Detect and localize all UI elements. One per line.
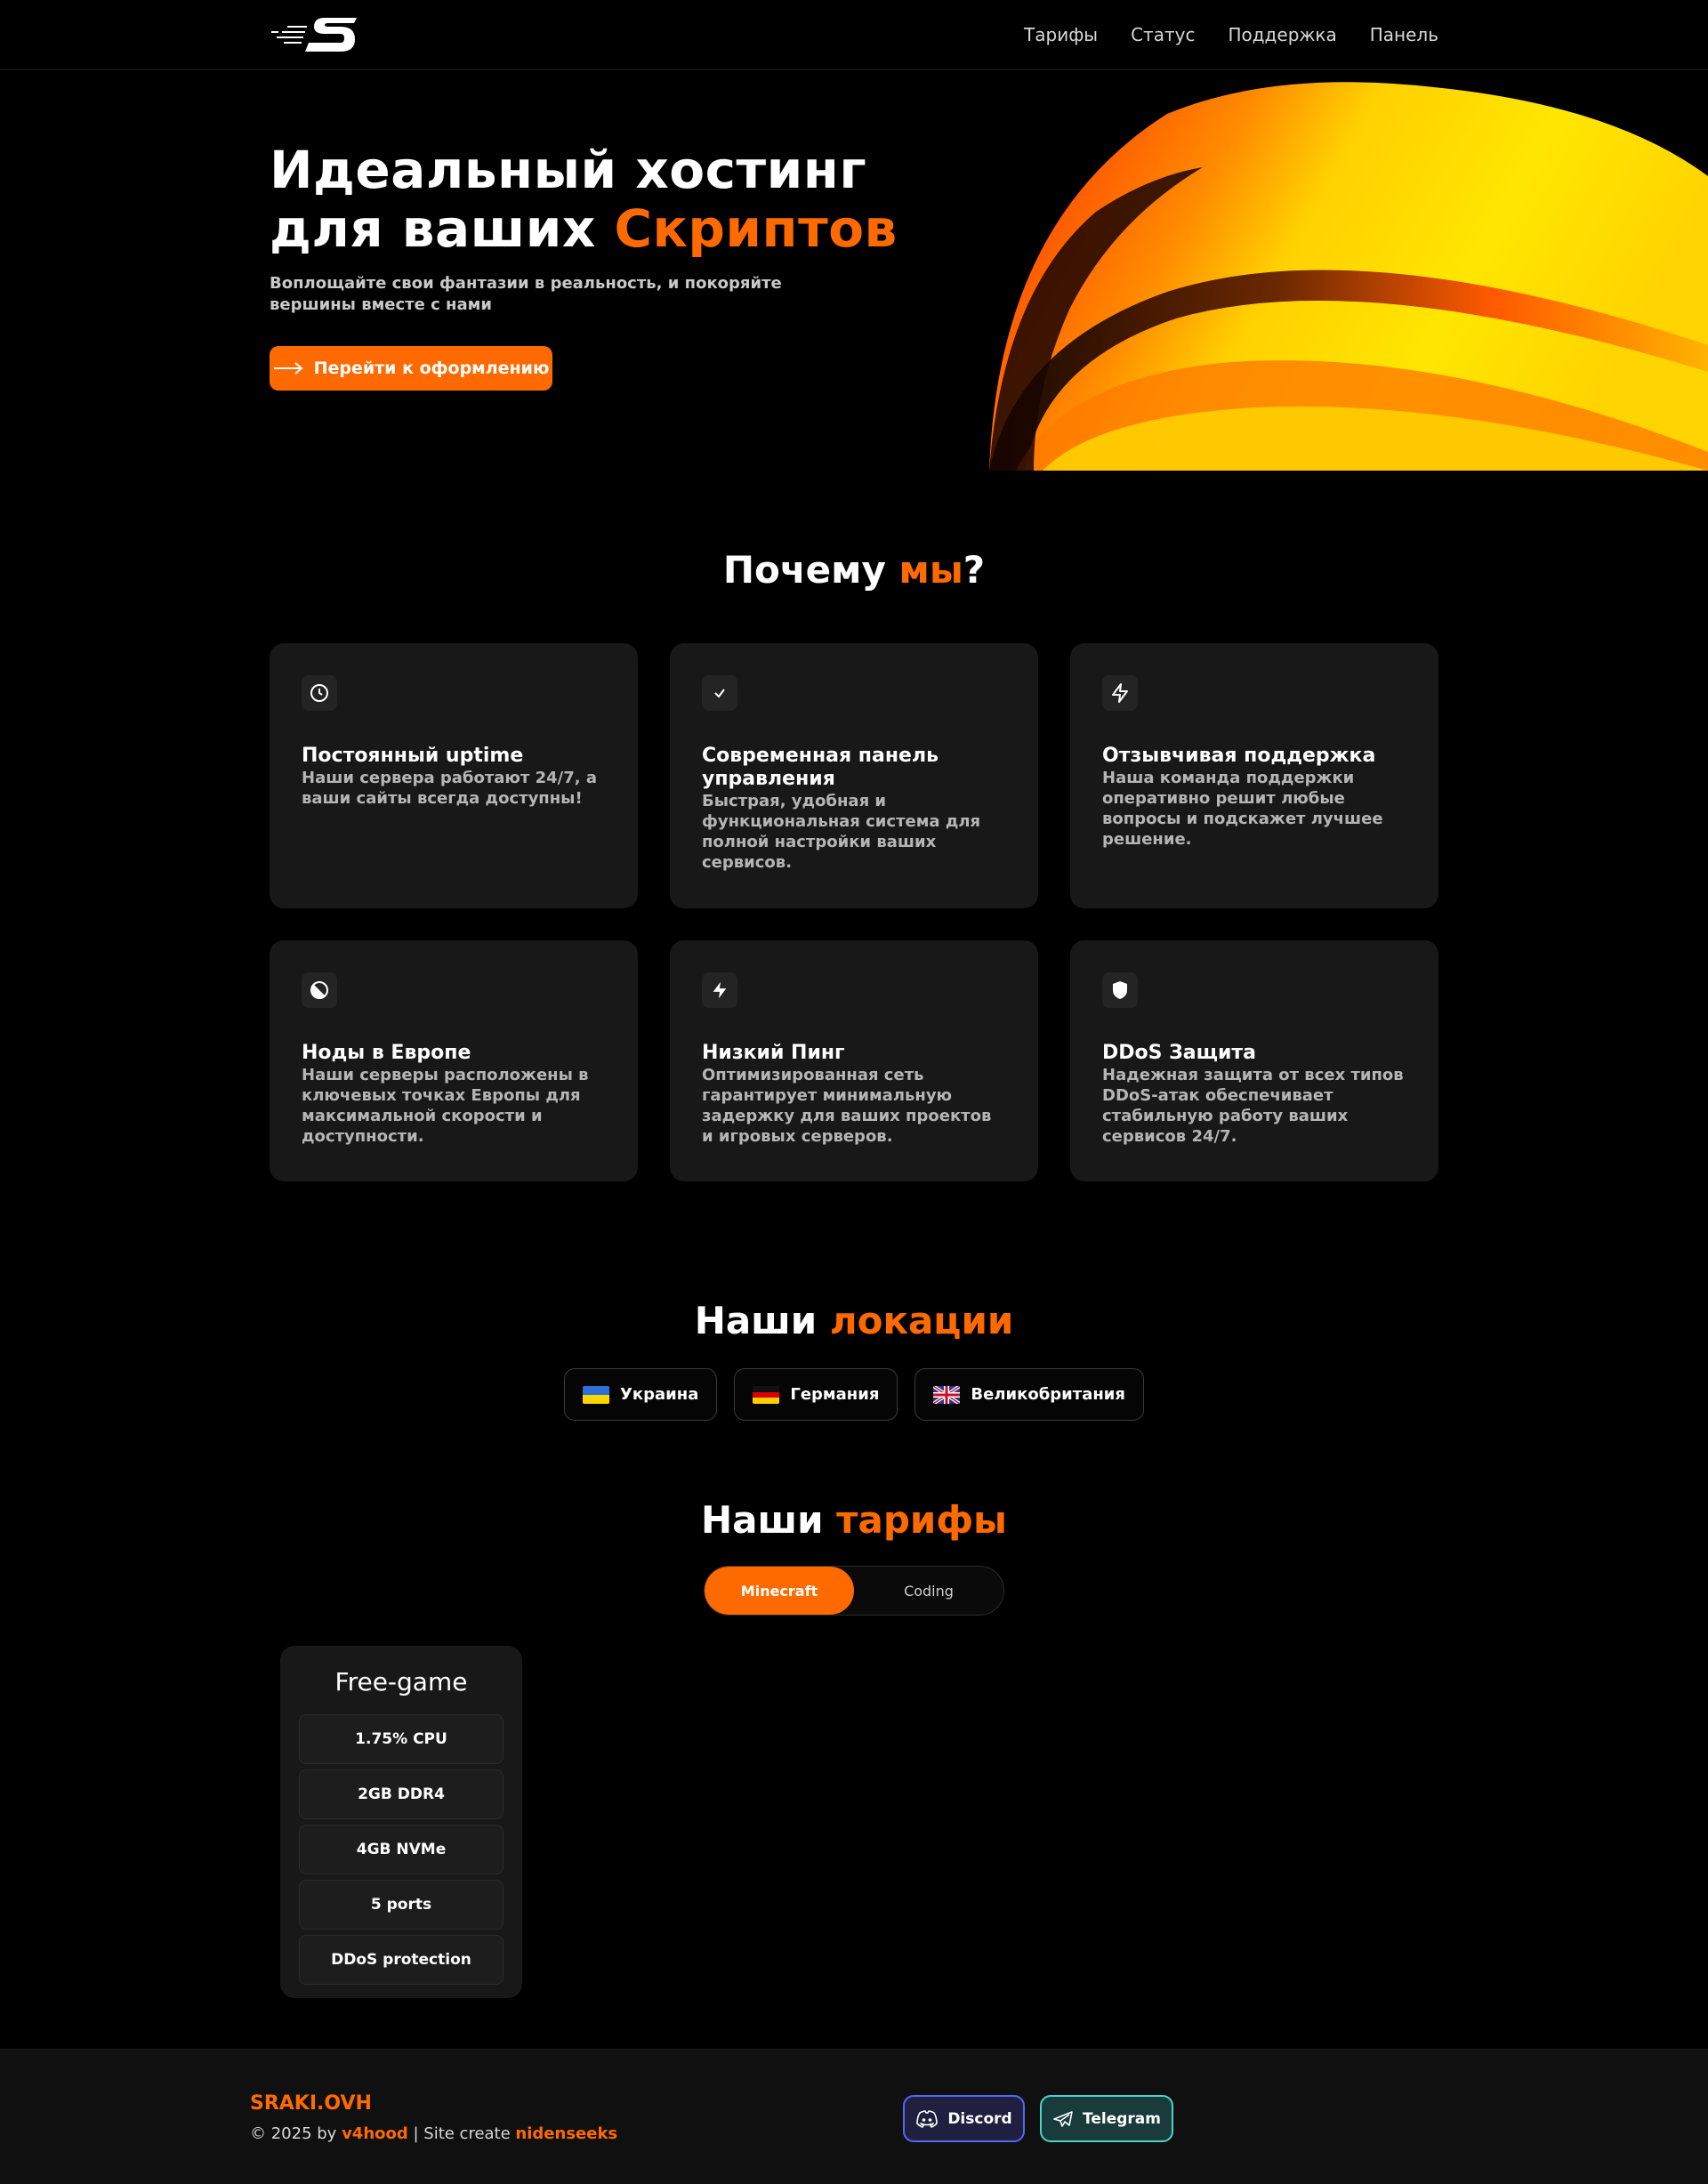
feature-card-title: Современная панель управления — [702, 745, 939, 790]
feature-card-text: Оптимизированная сеть гарантирует минима… — [702, 1066, 992, 1146]
location-ukraine[interactable]: Украина — [564, 1368, 718, 1421]
plan-feature-ports: 5 ports — [299, 1880, 504, 1930]
arrow-right-icon — [273, 362, 303, 375]
hero-abstract-image — [989, 78, 1708, 471]
tariffs-title-accent: тарифы — [836, 1498, 1007, 1542]
plan-feature-cpu: 1.75% CPU — [299, 1714, 504, 1764]
clock-icon — [302, 675, 337, 711]
lightning-outline-icon — [1102, 675, 1138, 711]
location-label: Украина — [620, 1385, 699, 1404]
nav-support[interactable]: Поддержка — [1228, 24, 1336, 45]
tariffs-title-prefix: Наши — [701, 1498, 837, 1542]
ukraine-flag-icon — [583, 1385, 610, 1404]
discord-label: Discord — [947, 2109, 1012, 2128]
feature-card-low-ping: Низкий Пинг Оптимизированная сеть гарант… — [670, 940, 1038, 1181]
creator-link[interactable]: nidenseeks — [515, 2124, 617, 2143]
germany-flag-icon — [753, 1385, 780, 1404]
logo-icon[interactable] — [270, 14, 362, 55]
feature-card-uptime: Постоянный uptime Наши сервера работают … — [270, 643, 638, 908]
check-icon — [702, 675, 737, 711]
footer-brand: SRAKI.OVH — [250, 2092, 372, 2115]
locations-title-accent: локации — [829, 1299, 1014, 1342]
copyright-middle: | Site create — [407, 2124, 516, 2143]
feature-card-text: Наша команда поддержки оперативно решит … — [1102, 769, 1383, 849]
location-uk[interactable]: Великобритания — [914, 1368, 1144, 1421]
hero-title-line1: Идеальный хостинг — [270, 140, 867, 200]
tab-minecraft[interactable]: Minecraft — [705, 1567, 854, 1615]
plan-feature-ram: 2GB DDR4 — [299, 1769, 504, 1819]
why-us-title-accent: мы — [898, 548, 963, 592]
telegram-icon — [1053, 2110, 1073, 2127]
plan-card-free-game[interactable]: Free-game 1.75% CPU 2GB DDR4 4GB NVMe 5 … — [280, 1646, 522, 1998]
lightning-filled-icon — [702, 972, 737, 1008]
discord-icon — [916, 2109, 939, 2128]
footer-copyright: © 2025 by v4hood | Site create nidenseek… — [250, 2124, 617, 2143]
site-header: Тарифы Статус Поддержка Панель — [0, 0, 1708, 70]
hero-title-accent: Скриптов — [614, 198, 898, 259]
nav-panel[interactable]: Панель — [1370, 24, 1438, 45]
feature-card-text: Наши сервера работают 24/7, а ваши сайты… — [302, 769, 598, 808]
feature-card-text: Наши серверы расположены в ключевых точк… — [302, 1066, 589, 1146]
nav-status[interactable]: Статус — [1131, 24, 1195, 45]
hero-title: Идеальный хостинг для ваших Скриптов — [270, 141, 946, 258]
tariff-category-toggle: Minecraft Coding — [704, 1566, 1004, 1616]
hero-subtitle: Воплощайте свои фантазии в реальность, и… — [270, 274, 782, 314]
tariffs-title: Наши тарифы — [0, 1498, 1708, 1542]
locations-title: Наши локации — [0, 1299, 1708, 1342]
globe-icon — [302, 972, 337, 1008]
location-label: Великобритания — [971, 1385, 1125, 1404]
checkout-button-label: Перейти к оформлению — [313, 359, 550, 378]
feature-card-text: Быстрая, удобная и функциональная систем… — [702, 792, 981, 872]
author-link[interactable]: v4hood — [342, 2124, 408, 2143]
plan-title: Free-game — [334, 1667, 468, 1696]
feature-card-panel: Современная панель управления Быстрая, у… — [670, 643, 1038, 908]
feature-card-europe-nodes: Ноды в Европе Наши серверы расположены в… — [270, 940, 638, 1181]
uk-flag-icon — [933, 1385, 961, 1404]
tab-coding[interactable]: Coding — [854, 1567, 1003, 1615]
checkout-button[interactable]: Перейти к оформлению — [270, 346, 552, 391]
nav-tariffs[interactable]: Тарифы — [1024, 24, 1098, 45]
discord-button[interactable]: Discord — [903, 2095, 1025, 2142]
location-label: Германия — [790, 1385, 880, 1404]
feature-card-title: Постоянный uptime — [302, 745, 524, 767]
shield-icon — [1102, 972, 1138, 1008]
main-nav: Тарифы Статус Поддержка Панель — [1024, 24, 1438, 45]
site-footer: SRAKI.OVH © 2025 by v4hood | Site create… — [0, 2049, 1708, 2184]
feature-card-support: Отзывчивая поддержка Наша команда поддер… — [1070, 643, 1438, 908]
feature-card-title: Низкий Пинг — [702, 1042, 845, 1064]
hero-title-line2: для ваших — [270, 198, 615, 259]
feature-card-title: DDoS Защита — [1102, 1042, 1256, 1064]
location-germany[interactable]: Германия — [734, 1368, 898, 1421]
why-us-title-prefix: Почему — [722, 548, 899, 592]
feature-card-title: Ноды в Европе — [302, 1042, 471, 1064]
why-us-title-suffix: ? — [963, 548, 986, 592]
plan-feature-storage: 4GB NVMe — [299, 1825, 504, 1874]
feature-card-title: Отзывчивая поддержка — [1102, 745, 1376, 767]
telegram-label: Telegram — [1083, 2109, 1161, 2128]
locations-list: Украина Германия Великобритания — [0, 1368, 1708, 1421]
plan-feature-ddos: DDoS protection — [299, 1935, 504, 1985]
locations-title-prefix: Наши — [694, 1299, 830, 1342]
telegram-button[interactable]: Telegram — [1040, 2095, 1173, 2142]
feature-card-text: Надежная защита от всех типов DDoS-атак … — [1102, 1066, 1404, 1146]
copyright-prefix: © 2025 by — [250, 2124, 342, 2143]
why-us-title: Почему мы? — [0, 548, 1708, 592]
feature-card-ddos: DDoS Защита Надежная защита от всех типо… — [1070, 940, 1438, 1181]
